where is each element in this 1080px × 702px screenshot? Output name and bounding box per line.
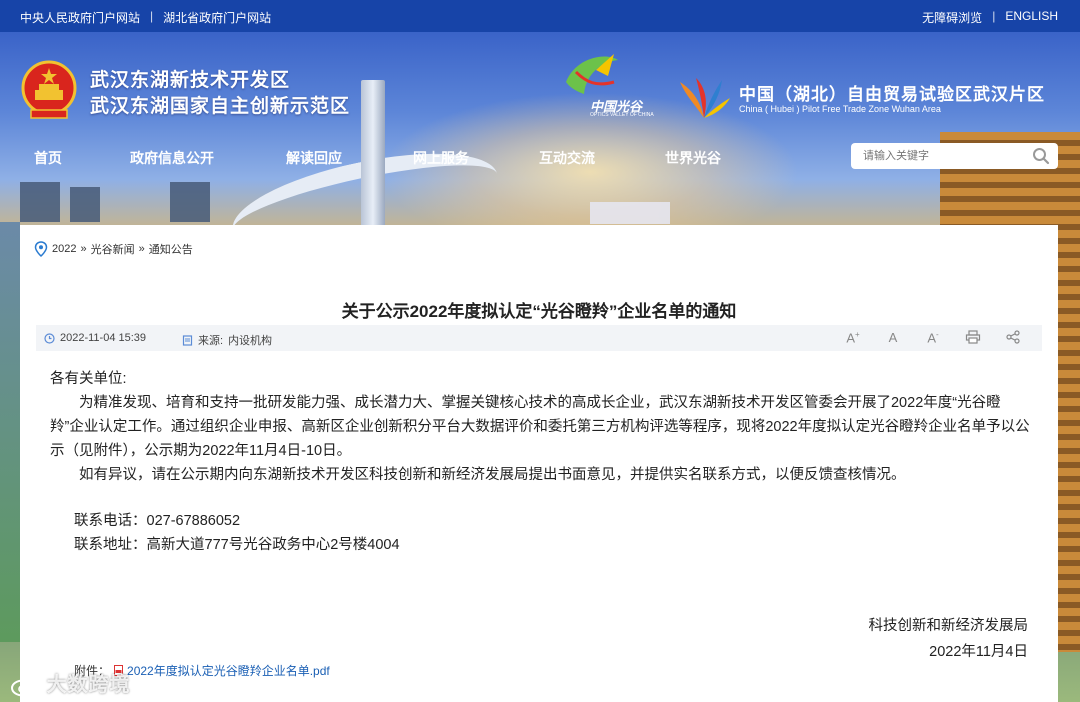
breadcrumb: 2022 » 光谷新闻 » 通知公告 (34, 241, 193, 257)
nav-home[interactable]: 首页 (34, 148, 62, 168)
breadcrumb-separator: » (138, 243, 145, 255)
sign-date: 2022年11月4日 (929, 644, 1028, 660)
banner-building (70, 187, 100, 222)
ftz-subtitle: China ( Hubei ) Pilot Free Trade Zone Wu… (739, 104, 941, 114)
contact-address: 联系地址：高新大道777号光谷政务中心2号楼4004 (74, 533, 1030, 557)
clock-icon (44, 332, 55, 344)
address-value: 高新大道777号光谷政务中心2号楼4004 (146, 537, 400, 553)
salutation: 各有关单位: (50, 371, 127, 387)
breadcrumb-item[interactable]: 光谷新闻 (91, 241, 135, 257)
document-icon (182, 334, 193, 346)
link-accessibility[interactable]: 无障碍浏览 (922, 9, 982, 26)
article-card: 2022 » 光谷新闻 » 通知公告 关于公示2022年度拟认定“光谷瞪羚”企业… (20, 225, 1058, 702)
article-paragraph: 为精准发现、培育和支持一批研发能力强、成长潜力大、掌握关键核心技术的高成长企业，… (50, 395, 1030, 459)
share-button[interactable] (1004, 330, 1022, 346)
search-box (851, 143, 1058, 169)
separator: | (150, 9, 154, 23)
watermark-text: 大数跨境 (46, 674, 131, 696)
ftz-logo-icon[interactable] (676, 76, 732, 120)
nav-world-optics-valley[interactable]: 世界光谷 (665, 148, 721, 168)
nav-gov-info[interactable]: 政府信息公开 (130, 148, 214, 168)
top-bar: 中央人民政府门户网站 | 湖北省政府门户网站 无障碍浏览 | ENGLISH (0, 0, 1080, 32)
article-title: 关于公示2022年度拟认定“光谷瞪羚”企业名单的通知 (341, 302, 737, 321)
banner-building (170, 182, 210, 222)
phone-value: 027-67886052 (146, 513, 241, 529)
link-english[interactable]: ENGLISH (1005, 9, 1058, 26)
banner-building (590, 202, 670, 224)
search-icon[interactable] (1032, 147, 1050, 165)
article-paragraph: 如有异议，请在公示期内向东湖新技术开发区科技创新和新经济发展局提出书面意见，并提… (79, 467, 906, 483)
source-label: 来源: (198, 335, 224, 347)
banner-left-scenery (0, 222, 20, 642)
source-value: 内设机构 (228, 335, 273, 347)
site-title[interactable]: 武汉东湖新技术开发区 武汉东湖国家自主创新示范区 (90, 68, 350, 120)
topbar-left-links: 中央人民政府门户网站 | 湖北省政府门户网站 (20, 9, 271, 26)
article-meta-bar: 2022-11-04 15:39 来源: 内设机构 A+ A A- (36, 325, 1042, 351)
separator: | (992, 9, 996, 23)
weibo-icon (11, 676, 38, 697)
article-tools: A+ A A- (844, 330, 1022, 346)
breadcrumb-separator: » (80, 243, 87, 255)
publish-date: 2022-11-04 15:39 (44, 332, 146, 344)
font-increase-button[interactable]: A+ (844, 330, 862, 346)
article-body: 各有关单位: 为精准发现、培育和支持一批研发能力强、成长潜力大、掌握关键核心技术… (50, 367, 1030, 557)
contact-phone: 联系电话：027-67886052 (74, 509, 1030, 533)
article-source: 来源: 内设机构 (182, 332, 272, 348)
optics-valley-logo[interactable]: 中国光谷 OPTICS VALLEY OF CHINA (556, 52, 666, 120)
nav-online-service[interactable]: 网上服务 (413, 148, 469, 168)
banner-building (20, 182, 60, 222)
watermark: 大数跨境 (10, 668, 131, 697)
optics-valley-logo-en: OPTICS VALLEY OF CHINA (590, 112, 654, 118)
ftz-title[interactable]: 中国（湖北）自由贸易试验区武汉片区 (739, 80, 1045, 105)
contact-info: 联系电话：027-67886052 联系地址：高新大道777号光谷政务中心2号楼… (50, 509, 1030, 557)
phone-label: 联系电话： (74, 513, 147, 529)
main-nav: 首页 政府信息公开 解读回应 网上服务 互动交流 世界光谷 (0, 148, 830, 170)
print-button[interactable] (964, 330, 982, 346)
link-central-gov[interactable]: 中央人民政府门户网站 (20, 9, 140, 26)
signature-block: 科技创新和新经济发展局 2022年11月4日 (869, 613, 1029, 665)
publish-date-text: 2022-11-04 15:39 (60, 332, 147, 344)
font-decrease-button[interactable]: A- (924, 330, 942, 346)
attachment-link[interactable]: 2022年度拟认定光谷瞪羚企业名单.pdf (127, 662, 330, 679)
nav-interpretation[interactable]: 解读回应 (286, 148, 342, 168)
search-input[interactable] (863, 147, 1023, 165)
link-hubei-gov[interactable]: 湖北省政府门户网站 (163, 9, 271, 26)
national-emblem-icon[interactable] (21, 60, 77, 122)
site-title-line1: 武汉东湖新技术开发区 (90, 70, 291, 91)
site-title-line2: 武汉东湖国家自主创新示范区 (90, 96, 351, 117)
breadcrumb-item[interactable]: 通知公告 (149, 241, 193, 257)
topbar-right-links: 无障碍浏览 | ENGLISH (922, 9, 1058, 26)
sign-organization: 科技创新和新经济发展局 (868, 618, 1029, 634)
nav-interaction[interactable]: 互动交流 (539, 148, 595, 168)
print-icon (965, 330, 981, 344)
location-pin-icon (34, 241, 48, 257)
font-reset-button[interactable]: A (884, 330, 902, 346)
address-label: 联系地址： (74, 537, 147, 553)
share-icon (1006, 330, 1020, 344)
breadcrumb-item[interactable]: 2022 (52, 243, 76, 255)
